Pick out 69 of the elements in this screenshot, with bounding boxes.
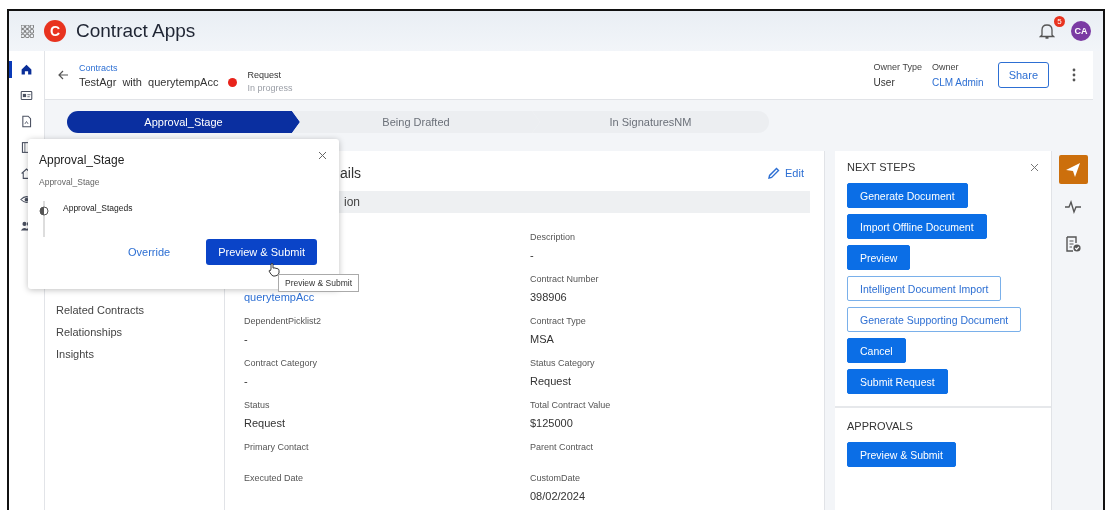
record-title: TestAgr with querytempAcc	[79, 75, 219, 88]
nav-link[interactable]: Related Contracts	[56, 304, 224, 316]
popover-subtitle: Approval_Stage	[39, 177, 101, 187]
close-icon[interactable]	[318, 151, 327, 160]
stage-tab[interactable]: Being Drafted	[292, 111, 540, 133]
close-icon[interactable]	[1030, 162, 1039, 172]
action-button[interactable]: Submit Request	[847, 369, 948, 394]
owner-type-value: User	[873, 77, 896, 88]
action-button[interactable]: Cancel	[847, 338, 906, 363]
field-label: Status Category	[530, 358, 596, 369]
field-value: Request	[244, 417, 286, 429]
owner-type-label: Owner Type	[873, 62, 922, 72]
field-value: -	[530, 249, 535, 261]
field-value: 398906	[530, 291, 568, 303]
send-tool-icon[interactable]	[1058, 155, 1088, 184]
field-value: MSA	[530, 333, 555, 345]
bell-icon	[1039, 22, 1055, 40]
action-button[interactable]: Generate Document	[847, 183, 968, 208]
preview-submit-button[interactable]: Preview & Submit	[847, 442, 956, 467]
status-text: Request	[247, 69, 282, 80]
app-grid-icon[interactable]	[21, 24, 34, 38]
field-label: Contract Category	[244, 358, 319, 369]
field-value: -	[244, 333, 249, 345]
edit-button[interactable]: Edit	[762, 166, 810, 180]
share-button[interactable]: Share	[997, 62, 1049, 88]
field-label: Executed Date	[244, 473, 305, 484]
preview-submit-button[interactable]: Preview & Submit	[206, 239, 317, 265]
half-circle-step-icon	[39, 201, 49, 237]
hand-cursor-icon	[267, 262, 280, 277]
stage-tab[interactable]: In SignaturesNM	[532, 111, 769, 133]
field-link[interactable]: querytempAcc	[244, 291, 530, 303]
notification-count: 5	[1054, 16, 1065, 27]
field-label: Status	[244, 400, 271, 411]
field-value: -	[244, 375, 249, 387]
field-value: Request	[530, 375, 572, 387]
step-label: Approval_Stageds	[63, 203, 133, 213]
field-label: Contract Number	[530, 274, 600, 285]
app-logo: C	[44, 20, 66, 42]
app-title: Contract Apps	[76, 20, 196, 42]
field-label: CustomDate	[530, 473, 582, 484]
field-label: DependentPicklist2	[244, 316, 323, 327]
field-value: 08/02/2024	[530, 490, 587, 502]
field-value: $125000	[530, 417, 574, 429]
panel-title: NEXT STEPS	[847, 161, 916, 173]
card-title: ails	[340, 165, 361, 181]
user-avatar[interactable]: CA	[1071, 21, 1091, 41]
nav-link[interactable]: Insights	[56, 348, 224, 360]
field-label: Description	[530, 232, 577, 243]
override-link[interactable]: Override	[122, 245, 177, 259]
pencil-icon	[768, 167, 781, 179]
action-button[interactable]: Preview	[847, 245, 911, 270]
owner-label: Owner	[931, 62, 960, 72]
breadcrumb-link[interactable]: Contracts	[79, 62, 219, 73]
field-label: Parent Contract	[530, 442, 595, 453]
back-icon[interactable]	[57, 69, 69, 81]
status-dot	[228, 77, 238, 87]
stage-tab[interactable]: Approval_Stage	[67, 111, 300, 133]
action-button[interactable]: Intelligent Document Import	[847, 276, 1002, 301]
substatus-text: In progress	[247, 82, 293, 93]
owner-link[interactable]: CLM Admin	[931, 77, 984, 88]
field-label: Contract Type	[530, 316, 587, 327]
field-label: Primary Contact	[244, 442, 310, 453]
nav-link[interactable]: Relationships	[56, 326, 224, 338]
panel-title: APPROVALS	[847, 420, 913, 432]
action-button[interactable]: Generate Supporting Document	[847, 307, 1022, 332]
popover-title: Approval_Stage	[39, 153, 125, 167]
field-label: Total Contract Value	[530, 400, 612, 411]
action-button[interactable]: Import Offline Document	[847, 214, 987, 239]
tooltip: Preview & Submit	[278, 274, 360, 292]
